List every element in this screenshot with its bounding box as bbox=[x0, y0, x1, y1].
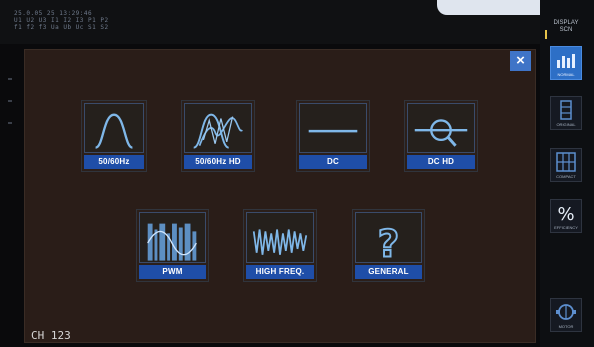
sidebar-header-line: DISPLAY bbox=[553, 20, 579, 26]
motor-icon bbox=[556, 304, 576, 320]
svg-text:%: % bbox=[557, 204, 574, 223]
sidebar-button-label: COMPACT bbox=[556, 174, 576, 179]
mode-tile-label: GENERAL bbox=[355, 265, 422, 279]
close-button[interactable]: × bbox=[510, 51, 531, 71]
app-screen: 25.0.05 25 13:29:46 U1 U2 U3 I1 I2 I3 P1… bbox=[0, 0, 594, 347]
mode-tile-dc-hd[interactable]: DC HD bbox=[404, 100, 478, 172]
sidebar-button-label: MOTOR bbox=[558, 324, 574, 329]
mode-tile-dc[interactable]: DC bbox=[296, 100, 370, 172]
channel-label: CH 123 bbox=[31, 329, 71, 342]
sidebar-header: DISPLAY SCN bbox=[550, 20, 582, 34]
sidebar-button-normal[interactable]: NORMAL bbox=[550, 46, 582, 80]
mode-tile-pwm[interactable]: PWM bbox=[136, 209, 209, 282]
mode-tile-50-60hz-hd[interactable]: 50/60Hz HD bbox=[181, 100, 255, 172]
svg-text:?: ? bbox=[378, 223, 399, 266]
sidebar-button-original[interactable]: ORIGINAL bbox=[550, 96, 582, 130]
status-row: 25.0.05 25 13:29:46 bbox=[14, 10, 93, 17]
sidebar-button-motor[interactable]: MOTOR bbox=[550, 298, 582, 332]
sidebar-button-efficiency[interactable]: % EFFICIENCY bbox=[550, 199, 582, 233]
measurement-mode-dialog bbox=[24, 49, 536, 343]
percent-icon: % bbox=[557, 204, 574, 223]
status-row: f1 f2 f3 Ua Ub Uc S1 S2 bbox=[14, 24, 109, 31]
status-row: U1 U2 U3 I1 I2 I3 P1 P2 bbox=[14, 17, 109, 24]
sidebar-button-label: EFFICIENCY bbox=[554, 225, 578, 230]
sidebar-button-compact[interactable]: COMPACT bbox=[550, 148, 582, 182]
mode-tile-high-freq[interactable]: HIGH FREQ. bbox=[243, 209, 317, 282]
sidebar-indicator bbox=[545, 30, 547, 39]
compact-mode-icon bbox=[556, 152, 576, 172]
mode-tile-label: PWM bbox=[139, 265, 206, 279]
measurement-status-grid: 25.0.05 25 13:29:46 U1 U2 U3 I1 I2 I3 P1… bbox=[14, 10, 109, 31]
mode-tile-general[interactable]: ? GENERAL bbox=[352, 209, 425, 282]
mode-tile-label: 50/60Hz bbox=[84, 155, 144, 169]
mode-tile-label: DC bbox=[299, 155, 367, 169]
mode-tile-label: HIGH FREQ. bbox=[246, 265, 314, 279]
left-marker-strip bbox=[8, 78, 12, 170]
sidebar-header-line: SCN bbox=[559, 27, 573, 33]
mode-tile-label: DC HD bbox=[407, 155, 475, 169]
sidebar-button-label: ORIGINAL bbox=[556, 122, 576, 127]
right-sidebar: DISPLAY SCN NORMAL ORIGINAL COMPACT % EF… bbox=[540, 0, 594, 347]
original-mode-icon bbox=[560, 100, 572, 120]
mode-tile-50-60hz[interactable]: 50/60Hz bbox=[81, 100, 147, 172]
sidebar-button-label: NORMAL bbox=[557, 72, 575, 77]
normal-mode-icon bbox=[557, 54, 575, 68]
mode-tile-label: 50/60Hz HD bbox=[184, 155, 252, 169]
